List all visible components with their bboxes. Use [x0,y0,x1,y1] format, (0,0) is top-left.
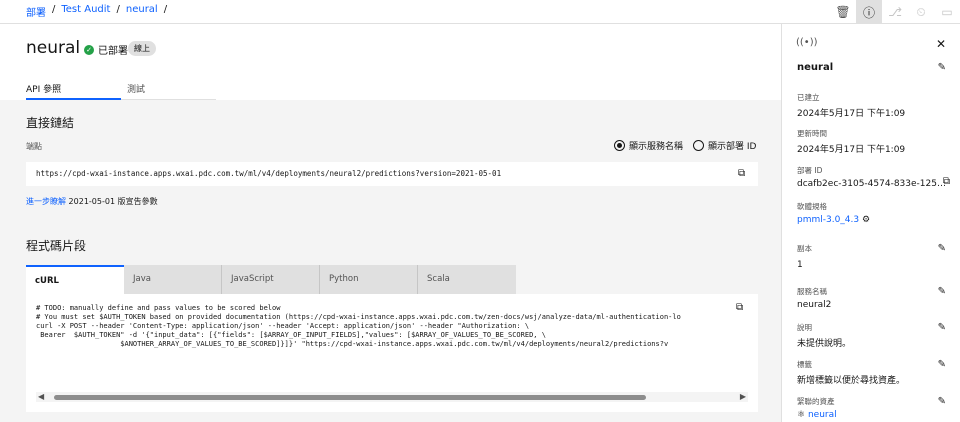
service-name-field: 服務名稱 neural2 [797,286,947,310]
horizontal-scrollbar[interactable]: ◀ ▶ [36,392,748,402]
status: ✓ 已部署 [84,42,128,57]
status-badge: 線上 [128,41,156,56]
trash-icon[interactable]: 🗑 [830,0,856,24]
radio-deployment-id[interactable]: 顯示部署 ID [693,139,756,152]
breadcrumb-deployments[interactable]: 部署 [26,4,46,19]
status-text: 已部署 [98,46,128,57]
field-value: 未提供說明。 [797,339,852,349]
page-header: neural ✓ 已部署 線上 API 參照 測試 [0,24,781,100]
edit-icon[interactable]: ✎ [938,396,946,407]
check-icon: ✓ [84,44,94,55]
field-value: dcafb2ec-3105-4574-833e-125… [797,179,946,189]
tab-test[interactable]: 測試 [121,76,216,100]
radio-selected-icon [614,140,625,151]
tab-api-reference[interactable]: API 參照 [26,76,121,100]
tab-java[interactable]: Java [124,265,222,294]
field-label: 更新時間 [797,129,827,138]
deploy-icon[interactable]: ⎇ [882,0,908,24]
breadcrumb-separator: / [116,4,120,15]
copies-field: 副本 1 [797,243,947,270]
close-icon[interactable]: ✕ [936,37,946,51]
main-content: neural ✓ 已部署 線上 API 參照 測試 直接鏈結 端點 顯示服務名稱… [0,24,781,422]
edit-icon[interactable]: ✎ [938,62,946,73]
field-value: 1 [797,260,803,270]
version-note-text: 2021-05-01 版宣告參數 [68,197,158,206]
field-value: 2024年5月17日 下午1:09 [797,109,906,119]
asset-link[interactable]: neural [808,410,837,420]
radio-service-name[interactable]: 顯示服務名稱 [614,139,683,152]
learn-more-link[interactable]: 進一步瞭解 [26,197,66,206]
edit-icon[interactable]: ✎ [938,286,946,297]
field-value: 2024年5月17日 下午1:09 [797,145,906,155]
copy-icon[interactable]: ⧉ [943,176,950,187]
breadcrumb-current[interactable]: neural [126,4,158,19]
field-value: 新增標籤以便於尋找資產。 [797,376,906,386]
scrollbar-thumb[interactable] [54,395,646,400]
direct-link-heading: 直接鏈結 [26,116,75,130]
scroll-right-icon[interactable]: ▶ [740,392,746,401]
tab-curl[interactable]: cURL [26,265,124,294]
info-icon[interactable]: ⓘ [856,0,882,24]
tab-python[interactable]: Python [320,265,418,294]
endpoint-url[interactable]: https://cpd-wxai-instance.apps.wxai.pdc.… [26,162,758,186]
tab-javascript[interactable]: JavaScript [222,265,320,294]
top-bar: 部署 / Test Audit / neural / 🗑 ⓘ ⎇ ⏲ ▭ [0,0,960,24]
endpoint-label: 端點 [26,142,42,151]
version-note: 進一步瞭解 2021-05-01 版宣告參數 [26,196,158,207]
software-spec-field: 軟體規格 pmml-3.0_4.3 ⚙ [797,201,947,225]
updated-field: 更新時間 2024年5月17日 下午1:09 [797,128,947,155]
deployment-id-field: 部署 ID dcafb2ec-3105-4574-833e-125… [797,165,947,189]
field-value: neural2 [797,300,832,310]
tags-field: 標籤 新增標籤以便於尋找資產。 [797,359,947,386]
model-icon: ⚛ [797,410,806,420]
tab-bar: API 參照 測試 [26,76,216,100]
radio-label: 顯示服務名稱 [629,142,684,152]
radio-label: 顯示部署 ID [708,142,757,152]
copy-icon[interactable]: ⧉ [736,302,743,313]
breadcrumb-separator: / [163,4,168,15]
created-field: 已建立 2024年5月17日 下午1:09 [797,92,947,119]
field-label: 緊聯的資產 [797,397,835,406]
field-label: 已建立 [797,93,820,102]
endpoint-display-options: 顯示服務名稱 顯示部署 ID [614,139,756,152]
deployment-name: neural [797,62,834,73]
settings-icon[interactable]: ⚙ [862,215,870,225]
tab-scala[interactable]: Scala [418,265,516,294]
breadcrumb-space[interactable]: Test Audit [61,4,110,19]
edit-icon[interactable]: ✎ [938,359,946,370]
field-label: 服務名稱 [797,287,827,296]
breadcrumb-separator: / [52,4,56,15]
schedule-icon[interactable]: ⏲ [908,0,934,24]
field-label: 說明 [797,323,812,332]
info-panel: ((•)) ✕ neural ✎ 已建立 2024年5月17日 下午1:09 更… [781,24,960,422]
field-label: 部署 ID [797,166,823,175]
edit-icon[interactable]: ✎ [938,243,946,254]
deployment-icon: ((•)) [796,37,818,48]
field-label: 標籤 [797,360,812,369]
field-label: 副本 [797,244,812,253]
scroll-left-icon[interactable]: ◀ [38,392,44,401]
code-snippets-heading: 程式碼片段 [26,239,87,253]
breadcrumb: 部署 / Test Audit / neural / [26,4,167,19]
copy-icon[interactable]: ⧉ [738,168,745,179]
comment-icon[interactable]: ▭ [934,0,960,24]
radio-unselected-icon [693,140,705,151]
code-tabs: cURL Java JavaScript Python Scala [26,265,516,294]
tab-label: API 參照 [26,85,62,95]
page-title: neural [26,38,81,58]
code-snippet: # TODO: manually define and pass values … [26,294,758,412]
code-text[interactable]: # TODO: manually define and pass values … [36,304,741,349]
tab-label: 測試 [127,85,146,95]
associated-asset-field: 緊聯的資產 ⚛ neural [797,396,947,420]
software-spec-link[interactable]: pmml-3.0_4.3 [797,215,859,225]
edit-icon[interactable]: ✎ [938,322,946,333]
description-field: 說明 未提供說明。 [797,322,947,349]
field-label: 軟體規格 [797,202,827,211]
